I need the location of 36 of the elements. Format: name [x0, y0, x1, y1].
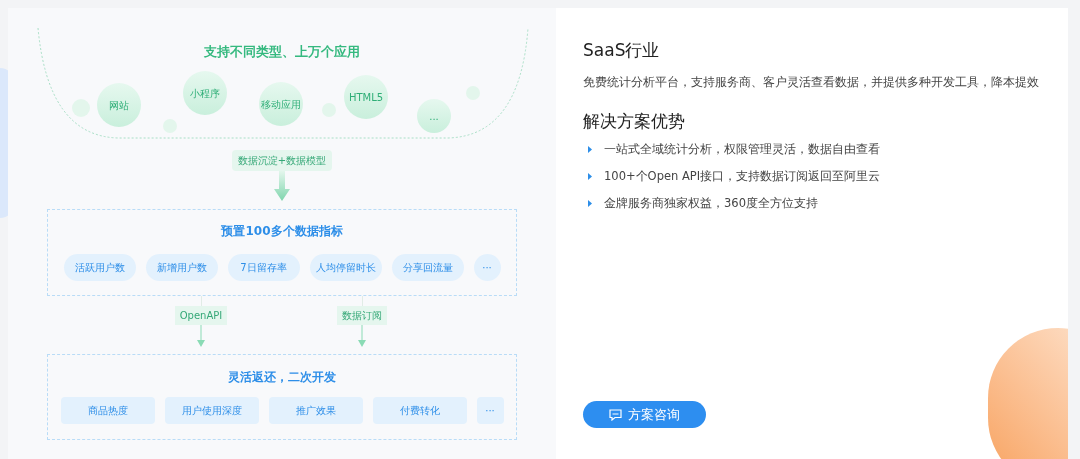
industry-description: 免费统计分析平台，支持服务商、客户灵活查看数据，并提供多种开发工具，降本提效 [583, 73, 1040, 91]
advantages-title: 解决方案优势 [583, 109, 686, 133]
chat-icon [609, 408, 622, 421]
metric-pill: 分享回流量 [391, 254, 464, 281]
metric-pill: 7日留存率 [227, 254, 300, 281]
bullet-triangle-icon [588, 199, 592, 207]
bullet-triangle-icon [588, 172, 592, 180]
industry-title: SaaS行业 [583, 39, 661, 62]
section-title: 支持不同类型、上万个应用 [203, 43, 361, 61]
metric-pill: 人均停留时长 [309, 254, 382, 281]
advantage-text: 金牌服务商独家权益，360度全方位支持 [604, 195, 818, 213]
bullet-triangle-icon [588, 145, 592, 153]
app-bubble: 小程序 [183, 71, 227, 115]
feature-tile: 付费转化 [372, 397, 467, 424]
feature-tile: 推广效果 [268, 397, 363, 424]
app-bubble: 网站 [97, 83, 141, 127]
connector-tag: OpenAPI [174, 306, 228, 325]
feature-tile: 用户使用深度 [164, 397, 259, 424]
metric-pill: ··· [473, 254, 501, 281]
section-title: 预置100多个数据指标 [221, 223, 343, 240]
metric-pill: 新增用户数 [145, 254, 218, 281]
app-bubble: 移动应用 [259, 82, 303, 126]
down-arrow-icon [274, 171, 290, 201]
consult-button[interactable]: 方案咨询 [583, 401, 706, 428]
app-bubble: HTML5 [344, 75, 388, 119]
metric-pill: 活跃用户数 [63, 254, 136, 281]
connector-tag: 数据订阅 [337, 306, 387, 325]
down-arrow-icon [197, 325, 205, 347]
flow-tag: 数据沉淀+数据模型 [231, 150, 333, 171]
section-title: 灵活返还，二次开发 [228, 369, 336, 386]
feature-tile: 商品热度 [60, 397, 155, 424]
down-arrow-icon [358, 325, 366, 347]
advantage-text: 一站式全域统计分析，权限管理灵活，数据自由查看 [604, 141, 880, 159]
feature-tile: ··· [476, 397, 504, 424]
app-bubble: ... [417, 99, 451, 133]
advantage-text: 100+个Open API接口，支持数据订阅返回至阿里云 [604, 168, 881, 186]
